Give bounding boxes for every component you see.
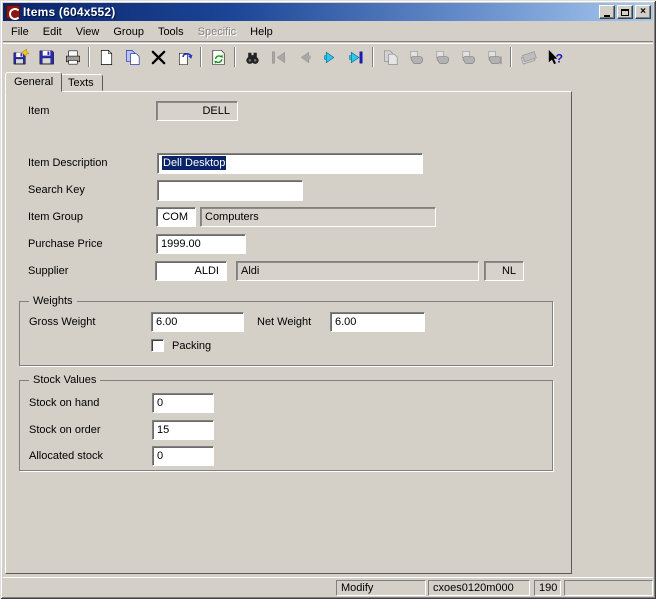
item-field[interactable]: DELL (156, 101, 238, 121)
status-extra (564, 580, 653, 596)
stock-values-groupbox: Stock Values Stock on hand 0 Stock on or… (19, 380, 553, 471)
close-button[interactable]: × (635, 5, 651, 19)
prev-record-icon (291, 45, 317, 69)
menu-item-tools[interactable]: Tools (151, 24, 191, 40)
title-bar[interactable]: Items (604x552) × (3, 3, 653, 21)
net-weight-label: Net Weight (257, 312, 311, 332)
print-icon[interactable] (59, 45, 85, 69)
item-label: Item (28, 101, 49, 121)
revert-icon[interactable] (171, 45, 197, 69)
search-key-field[interactable] (157, 180, 303, 201)
last-record-icon[interactable] (343, 45, 369, 69)
svg-text:?: ? (555, 51, 563, 65)
packing-checkbox[interactable] (151, 339, 164, 352)
item-group-label: Item Group (28, 207, 83, 227)
purchase-price-field[interactable]: 1999.00 (156, 234, 246, 254)
window-title: Items (604x552) (23, 5, 599, 19)
tab-general[interactable]: General (5, 72, 62, 92)
item-group-code-field[interactable]: COM (156, 207, 196, 227)
toolbar-separator (234, 47, 236, 67)
stock-values-legend: Stock Values (29, 373, 100, 387)
next-record-icon[interactable] (317, 45, 343, 69)
refresh-icon[interactable] (205, 45, 231, 69)
toolbar-separator (200, 47, 202, 67)
general-tab-page: Item DELL Item Description Dell Desktop … (5, 91, 572, 574)
find-icon[interactable] (239, 45, 265, 69)
menu-item-group[interactable]: Group (106, 24, 151, 40)
items-window: Items (604x552) × File Edit View Group T… (0, 0, 656, 599)
minimize-icon (604, 15, 610, 17)
stock-on-hand-field[interactable]: 0 (152, 393, 214, 413)
stock-on-hand-label: Stock on hand (29, 393, 99, 413)
supplier-description-field: Aldi (236, 261, 479, 281)
prev-group-icon (429, 45, 455, 69)
first-record-icon (265, 45, 291, 69)
first-group-icon (403, 45, 429, 69)
menu-bar: File Edit View Group Tools Specific Help (3, 22, 653, 42)
new-record-icon[interactable] (93, 45, 119, 69)
supplier-code-field[interactable]: ALDI (155, 261, 227, 281)
stock-on-order-label: Stock on order (29, 420, 101, 440)
last-group-icon (481, 45, 507, 69)
status-session-code: cxoes0120m000 (428, 580, 530, 596)
toolbar: ? (3, 43, 653, 70)
status-mode: Modify (336, 580, 426, 596)
selected-text: Dell Desktop (162, 156, 226, 170)
gross-weight-field[interactable]: 6.00 (151, 312, 244, 332)
status-number: 190 (534, 580, 561, 596)
supplier-label: Supplier (28, 261, 68, 281)
tab-texts-label: Texts (68, 77, 94, 89)
menu-item-edit[interactable]: Edit (36, 24, 69, 40)
menu-item-view[interactable]: View (69, 24, 107, 40)
weights-legend: Weights (29, 294, 77, 308)
allocated-stock-label: Allocated stock (29, 446, 103, 466)
next-group-icon (455, 45, 481, 69)
duplicate-icon[interactable] (119, 45, 145, 69)
status-bar: Modify cxoes0120m000 190 (3, 577, 653, 596)
item-description-field[interactable]: Dell Desktop (157, 153, 423, 174)
menu-item-help[interactable]: Help (243, 24, 280, 40)
search-key-label: Search Key (28, 180, 85, 200)
toolbar-separator (510, 47, 512, 67)
item-description-label: Item Description (28, 153, 107, 173)
toolbar-separator (372, 47, 374, 67)
tab-general-label: General (14, 76, 53, 88)
save-icon[interactable] (33, 45, 59, 69)
menu-item-specific: Specific (191, 24, 244, 40)
gross-weight-label: Gross Weight (29, 312, 95, 332)
weights-groupbox: Weights Gross Weight 6.00 Net Weight 6.0… (19, 301, 553, 366)
related-sessions-icon (515, 45, 541, 69)
maximize-button[interactable] (617, 5, 633, 19)
menu-item-file[interactable]: File (4, 24, 36, 40)
save-exit-icon[interactable] (7, 45, 33, 69)
net-weight-field[interactable]: 6.00 (330, 312, 425, 332)
supplier-country-field: NL (484, 261, 524, 281)
tab-texts[interactable]: Texts (59, 74, 103, 91)
context-help-icon[interactable]: ? (541, 45, 567, 69)
purchase-price-label: Purchase Price (28, 234, 103, 254)
allocated-stock-field[interactable]: 0 (152, 446, 214, 466)
stock-on-order-field[interactable]: 15 (152, 420, 214, 440)
close-icon: × (640, 7, 646, 17)
maximize-icon (621, 9, 629, 16)
packing-label: Packing (172, 336, 211, 356)
minimize-button[interactable] (599, 5, 615, 19)
item-group-description-field: Computers (200, 207, 436, 227)
app-icon[interactable] (6, 5, 20, 19)
delete-icon[interactable] (145, 45, 171, 69)
toolbar-separator (88, 47, 90, 67)
duplicate-group-icon (377, 45, 403, 69)
